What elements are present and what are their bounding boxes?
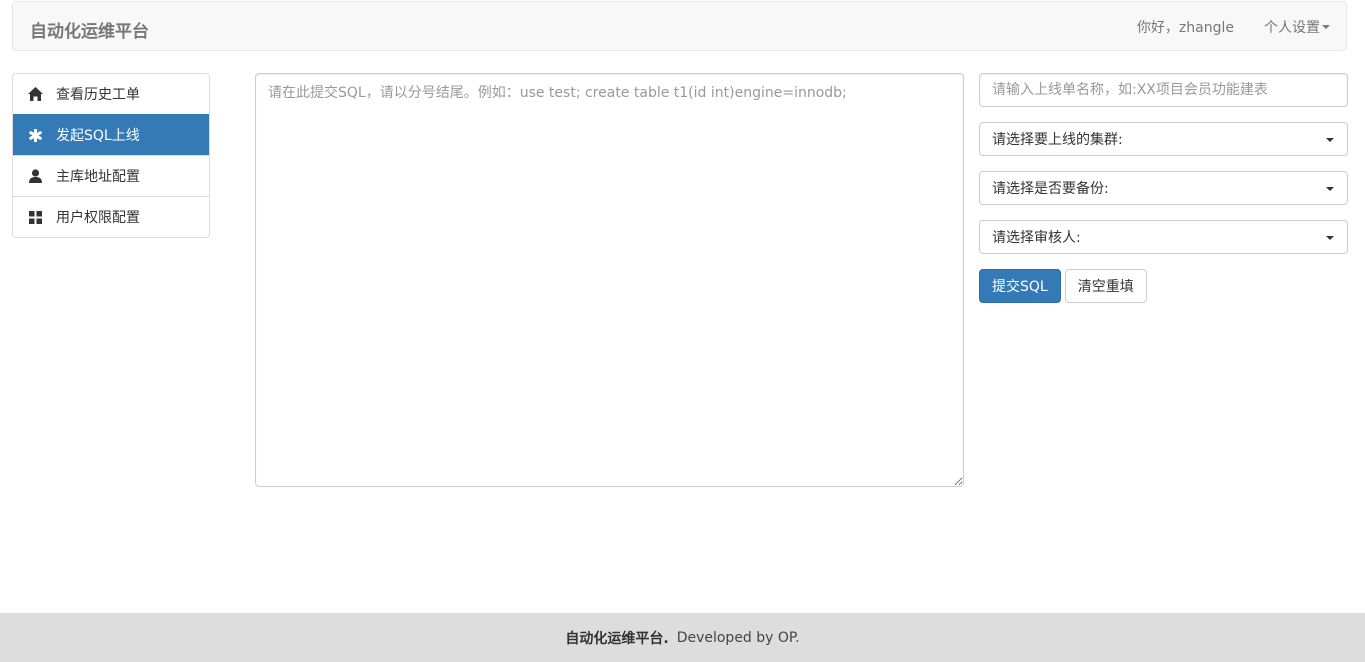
backup-select-value: 请选择是否要备份: bbox=[992, 181, 1109, 197]
page-footer: 自动化运维平台. Developed by OP. bbox=[0, 613, 1365, 662]
sidebar-item-submit-sql[interactable]: 发起SQL上线 bbox=[13, 114, 209, 155]
top-navbar: 自动化运维平台 你好，zhangle 个人设置 bbox=[12, 1, 1347, 51]
chevron-down-icon bbox=[1326, 187, 1334, 191]
navbar-right: 你好，zhangle 个人设置 bbox=[1137, 2, 1346, 52]
sidebar-item-label: 发起SQL上线 bbox=[56, 128, 140, 144]
sidebar-item-master-db[interactable]: 主库地址配置 bbox=[13, 155, 209, 196]
asterisk-icon bbox=[27, 127, 43, 143]
user-greeting: 你好，zhangle bbox=[1136, 20, 1234, 36]
sidebar-item-label: 查看历史工单 bbox=[56, 87, 140, 103]
sidebar-item-user-permissions[interactable]: 用户权限配置 bbox=[13, 196, 209, 237]
cluster-select[interactable]: 请选择要上线的集群: bbox=[979, 122, 1348, 156]
sql-editor-textarea[interactable] bbox=[255, 73, 964, 487]
sidebar-item-history[interactable]: 查看历史工单 bbox=[13, 74, 209, 114]
grid-icon bbox=[27, 209, 43, 225]
brand-title[interactable]: 自动化运维平台 bbox=[30, 17, 149, 42]
caret-down-icon bbox=[1322, 25, 1330, 29]
footer-credit: Developed by OP. bbox=[676, 629, 800, 646]
sidebar-item-label: 用户权限配置 bbox=[56, 210, 140, 226]
personal-settings-dropdown[interactable]: 个人设置 bbox=[1264, 17, 1330, 37]
form-actions: 提交SQL 清空重填 bbox=[979, 269, 1348, 303]
backup-select[interactable]: 请选择是否要备份: bbox=[979, 171, 1348, 205]
home-icon bbox=[27, 86, 43, 102]
chevron-down-icon bbox=[1326, 236, 1334, 240]
order-title-input[interactable] bbox=[979, 73, 1348, 107]
reviewer-select-value: 请选择审核人: bbox=[992, 230, 1081, 246]
sidebar-nav: 查看历史工单 发起SQL上线 主库地址配置 用户权限配置 bbox=[12, 73, 210, 238]
personal-settings-label: 个人设置 bbox=[1264, 20, 1320, 36]
submit-sql-button[interactable]: 提交SQL bbox=[979, 269, 1061, 303]
order-form: 请选择要上线的集群: 请选择是否要备份: 请选择审核人: 提交SQL 清空重填 bbox=[979, 73, 1348, 303]
chevron-down-icon bbox=[1326, 138, 1334, 142]
sidebar-item-label: 主库地址配置 bbox=[56, 169, 140, 185]
reset-button[interactable]: 清空重填 bbox=[1064, 269, 1147, 303]
user-icon bbox=[27, 168, 43, 184]
reviewer-select[interactable]: 请选择审核人: bbox=[979, 220, 1348, 254]
cluster-select-value: 请选择要上线的集群: bbox=[992, 132, 1123, 148]
footer-brand: 自动化运维平台. bbox=[565, 630, 669, 647]
